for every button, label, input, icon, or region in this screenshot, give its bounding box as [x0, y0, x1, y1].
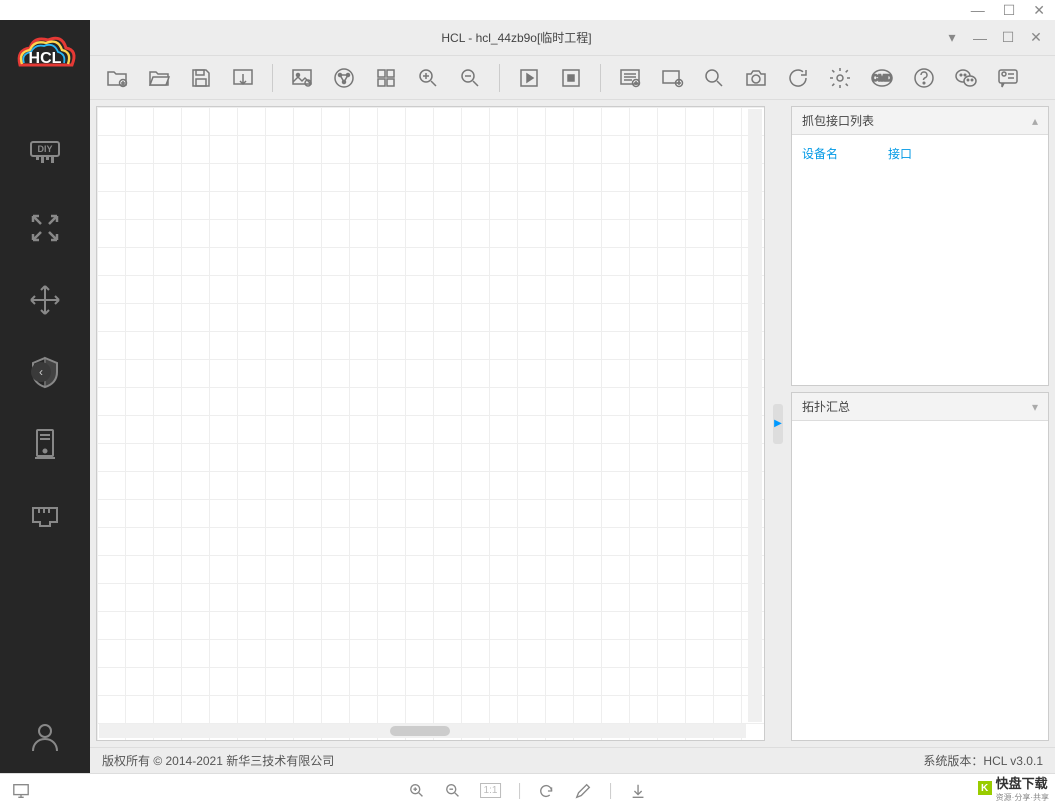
- sidebar-server-button[interactable]: [21, 420, 69, 468]
- bottom-zoom-in-icon[interactable]: [408, 782, 426, 800]
- capture-panel-title: 抓包接口列表: [802, 112, 874, 129]
- vertical-scrollbar[interactable]: [748, 109, 762, 722]
- toolbar-separator: [272, 64, 273, 92]
- splitter-handle-icon[interactable]: ▶: [773, 404, 783, 444]
- title-minimize-button[interactable]: —: [969, 30, 991, 46]
- network-view-button[interactable]: [327, 61, 361, 95]
- sidebar-user-button[interactable]: [21, 713, 69, 761]
- canvas-area[interactable]: [96, 106, 765, 741]
- watermark: K 快盘下载 资源·分享·共享: [978, 773, 1049, 803]
- right-panel: 抓包接口列表 ▴ 设备名 接口 拓扑汇总 ▾: [791, 106, 1049, 741]
- new-project-button[interactable]: [100, 61, 134, 95]
- open-button[interactable]: [142, 61, 176, 95]
- title-dropdown-button[interactable]: ▾: [941, 29, 963, 46]
- topology-panel-menu-icon[interactable]: ▾: [1032, 400, 1038, 414]
- scroll-thumb[interactable]: [390, 726, 450, 736]
- topology-panel: 拓扑汇总 ▾: [791, 392, 1049, 741]
- bottom-ratio-button[interactable]: 1:1: [480, 783, 502, 798]
- list-add-button[interactable]: [613, 61, 647, 95]
- outer-close-button[interactable]: ✕: [1033, 2, 1045, 19]
- search-button[interactable]: [697, 61, 731, 95]
- grid-view-button[interactable]: [369, 61, 403, 95]
- app-logo: HCL: [10, 30, 80, 80]
- bottom-download-icon[interactable]: [629, 782, 647, 800]
- status-bar: 版权所有 © 2014-2021 新华三技术有限公司 系统版本： HCL v3.…: [90, 747, 1055, 773]
- bottom-redo-icon[interactable]: [538, 782, 556, 800]
- canvas-grid: [97, 107, 764, 740]
- svg-text:CMD: CMD: [872, 73, 893, 83]
- capture-panel-menu-icon[interactable]: ▴: [1032, 114, 1038, 128]
- sidebar-move-button[interactable]: [21, 276, 69, 324]
- sidebar-expand-button[interactable]: [21, 204, 69, 252]
- capture-panel: 抓包接口列表 ▴ 设备名 接口: [791, 106, 1049, 386]
- feedback-button[interactable]: [991, 61, 1025, 95]
- camera-button[interactable]: [739, 61, 773, 95]
- bottom-display-icon[interactable]: [12, 782, 30, 800]
- horizontal-scrollbar[interactable]: [99, 724, 746, 738]
- watermark-brand: 快盘下载: [996, 773, 1049, 792]
- settings-button[interactable]: [823, 61, 857, 95]
- outer-maximize-button[interactable]: ☐: [1003, 2, 1016, 19]
- cmd-button[interactable]: CMD: [865, 61, 899, 95]
- capture-col-device[interactable]: 设备名: [802, 145, 838, 162]
- title-close-button[interactable]: ✕: [1025, 29, 1047, 46]
- watermark-logo-icon: K: [978, 781, 992, 795]
- sidebar-collapse-icon[interactable]: ‹: [31, 362, 51, 382]
- stop-button[interactable]: [554, 61, 588, 95]
- device-add-button[interactable]: [655, 61, 689, 95]
- capture-col-interface[interactable]: 接口: [888, 145, 912, 162]
- toolbar-separator: [600, 64, 601, 92]
- version-label: 系统版本：: [923, 752, 983, 769]
- help-button[interactable]: [907, 61, 941, 95]
- svg-text:DIY: DIY: [37, 144, 52, 154]
- bottom-toolbar: 1:1 K 快盘下载 资源·分享·共享: [0, 773, 1055, 807]
- panel-splitter[interactable]: ▶: [771, 106, 785, 741]
- image-view-button[interactable]: [285, 61, 319, 95]
- outer-titlebar: — ☐ ✕: [0, 0, 1055, 20]
- outer-minimize-button[interactable]: —: [971, 2, 985, 18]
- zoom-out-button[interactable]: [453, 61, 487, 95]
- sidebar-diy-button[interactable]: DIY: [21, 132, 69, 180]
- play-button[interactable]: [512, 61, 546, 95]
- wechat-button[interactable]: [949, 61, 983, 95]
- topology-panel-title: 拓扑汇总: [802, 398, 850, 415]
- sidebar-port-button[interactable]: [21, 492, 69, 540]
- zoom-in-button[interactable]: [411, 61, 445, 95]
- bottom-edit-icon[interactable]: [574, 782, 592, 800]
- refresh-button[interactable]: [781, 61, 815, 95]
- title-maximize-button[interactable]: ☐: [997, 29, 1019, 46]
- left-sidebar: HCL DIY ‹: [0, 20, 90, 773]
- inner-titlebar: HCL - hcl_44zb9o[临时工程] ▾ — ☐ ✕: [90, 20, 1055, 56]
- copyright-text: 版权所有 © 2014-2021 新华三技术有限公司: [102, 752, 334, 769]
- save-button[interactable]: [184, 61, 218, 95]
- version-text: HCL v3.0.1: [983, 754, 1043, 768]
- bottom-zoom-out-icon[interactable]: [444, 782, 462, 800]
- sidebar-shield-button[interactable]: ‹: [21, 348, 69, 396]
- watermark-sub: 资源·分享·共享: [996, 792, 1049, 803]
- toolbar-separator: [499, 64, 500, 92]
- main-toolbar: CMD: [90, 56, 1055, 100]
- svg-text:HCL: HCL: [29, 50, 62, 67]
- export-button[interactable]: [226, 61, 260, 95]
- window-title: HCL - hcl_44zb9o[临时工程]: [98, 29, 935, 46]
